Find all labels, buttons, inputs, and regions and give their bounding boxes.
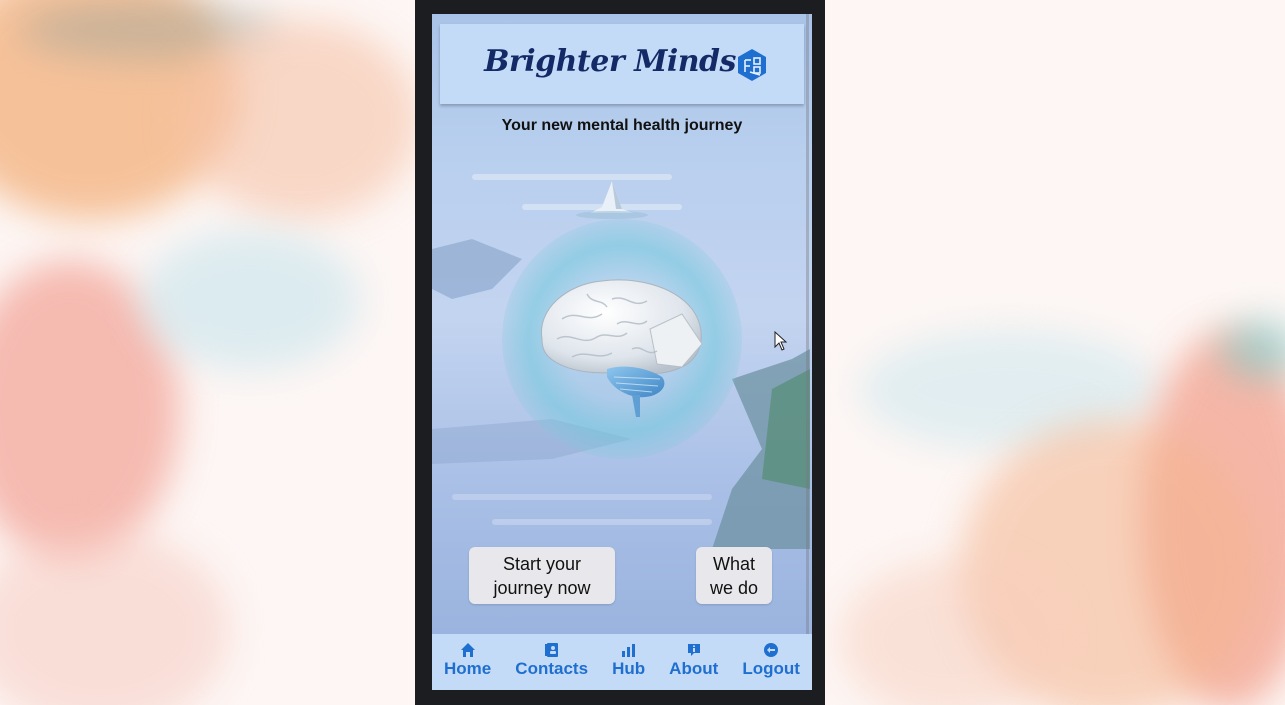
tagline: Your new mental health journey	[501, 117, 743, 134]
start-journey-label-line2: journey now	[493, 578, 591, 598]
app-screen: Brighter Minds Your new mental health jo…	[432, 14, 812, 690]
nav-item-about[interactable]: About	[669, 634, 718, 679]
app-header: Brighter Minds	[440, 24, 804, 104]
info-icon	[687, 644, 700, 656]
bottom-navigation: Home Contacts Hub About Logout	[432, 634, 812, 690]
nav-item-home[interactable]: Home	[444, 634, 491, 679]
logout-icon	[764, 643, 779, 657]
nav-label-hub: Hub	[612, 659, 646, 678]
what-we-do-label-line1: What	[712, 554, 755, 574]
brain-illustration	[540, 279, 703, 417]
nav-label-logout: Logout	[742, 659, 800, 678]
bar-chart-icon	[621, 644, 635, 657]
what-we-do-label-line2: we do	[709, 578, 759, 598]
mouse-cursor-icon	[774, 331, 788, 351]
start-journey-button[interactable]: Start your journey now	[469, 547, 615, 604]
nav-label-contacts: Contacts	[515, 659, 589, 678]
nav-item-contacts[interactable]: Contacts	[515, 634, 588, 679]
contacts-icon	[544, 643, 558, 657]
brand-logo-icon[interactable]	[736, 48, 768, 82]
scrollbar[interactable]	[806, 14, 809, 634]
nav-label-home: Home	[444, 659, 492, 678]
nav-label-about: About	[669, 659, 719, 678]
brand-title: Brighter Minds	[484, 44, 736, 79]
what-we-do-button[interactable]: What we do	[696, 547, 772, 604]
start-journey-label-line1: Start your	[502, 554, 582, 574]
home-icon	[460, 643, 475, 657]
nav-item-hub[interactable]: Hub	[612, 634, 645, 679]
nav-item-logout[interactable]: Logout	[742, 634, 800, 679]
